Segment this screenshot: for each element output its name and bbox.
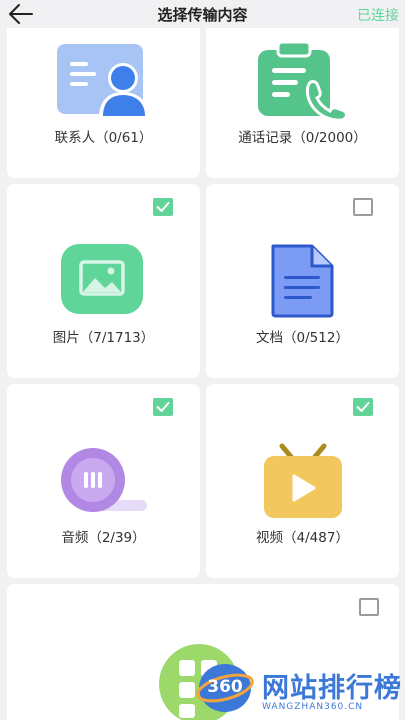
watermark-brand: 网站排行榜 xyxy=(262,673,402,704)
category-label: 通话记录（0/2000） xyxy=(238,130,367,146)
category-label: 联系人（0/61） xyxy=(54,130,153,146)
category-card-audio[interactable]: 音频（2/39） xyxy=(7,384,200,578)
watermark-logo-icon: 360 xyxy=(196,658,254,720)
checkmark-icon xyxy=(356,402,370,412)
document-icon xyxy=(270,244,336,322)
video-icon xyxy=(262,442,344,524)
category-label: 视频（4/487） xyxy=(256,530,349,546)
audio-icon xyxy=(57,448,149,518)
category-checkbox[interactable] xyxy=(353,398,373,416)
category-label: 图片（7/1713） xyxy=(52,330,155,346)
connection-status: 已连接 xyxy=(357,8,399,24)
contacts-icon xyxy=(57,44,149,122)
category-label: 文档（0/512） xyxy=(256,330,349,346)
category-checkbox[interactable] xyxy=(153,198,173,216)
watermark-logo-text: 360 xyxy=(207,677,243,697)
category-checkbox[interactable] xyxy=(359,598,379,616)
image-icon xyxy=(61,244,145,320)
checkmark-icon xyxy=(156,202,170,212)
call-log-icon xyxy=(258,40,350,124)
category-card-call-log[interactable]: 通话记录（0/2000） xyxy=(206,22,399,178)
category-checkbox[interactable] xyxy=(353,198,373,216)
checkmark-icon xyxy=(156,402,170,412)
page-title: 选择传输内容 xyxy=(157,6,248,24)
category-card-images[interactable]: 图片（7/1713） xyxy=(7,184,200,378)
watermark-domain: WANGZHAN360.CN xyxy=(262,702,364,712)
header-bar: 选择传输内容 已连接 xyxy=(0,0,405,28)
category-label: 音频（2/39） xyxy=(61,530,146,546)
category-card-video[interactable]: 视频（4/487） xyxy=(206,384,399,578)
category-card-documents[interactable]: 文档（0/512） xyxy=(206,184,399,378)
category-checkbox[interactable] xyxy=(153,398,173,416)
category-card-contacts[interactable]: 联系人（0/61） xyxy=(7,22,200,178)
